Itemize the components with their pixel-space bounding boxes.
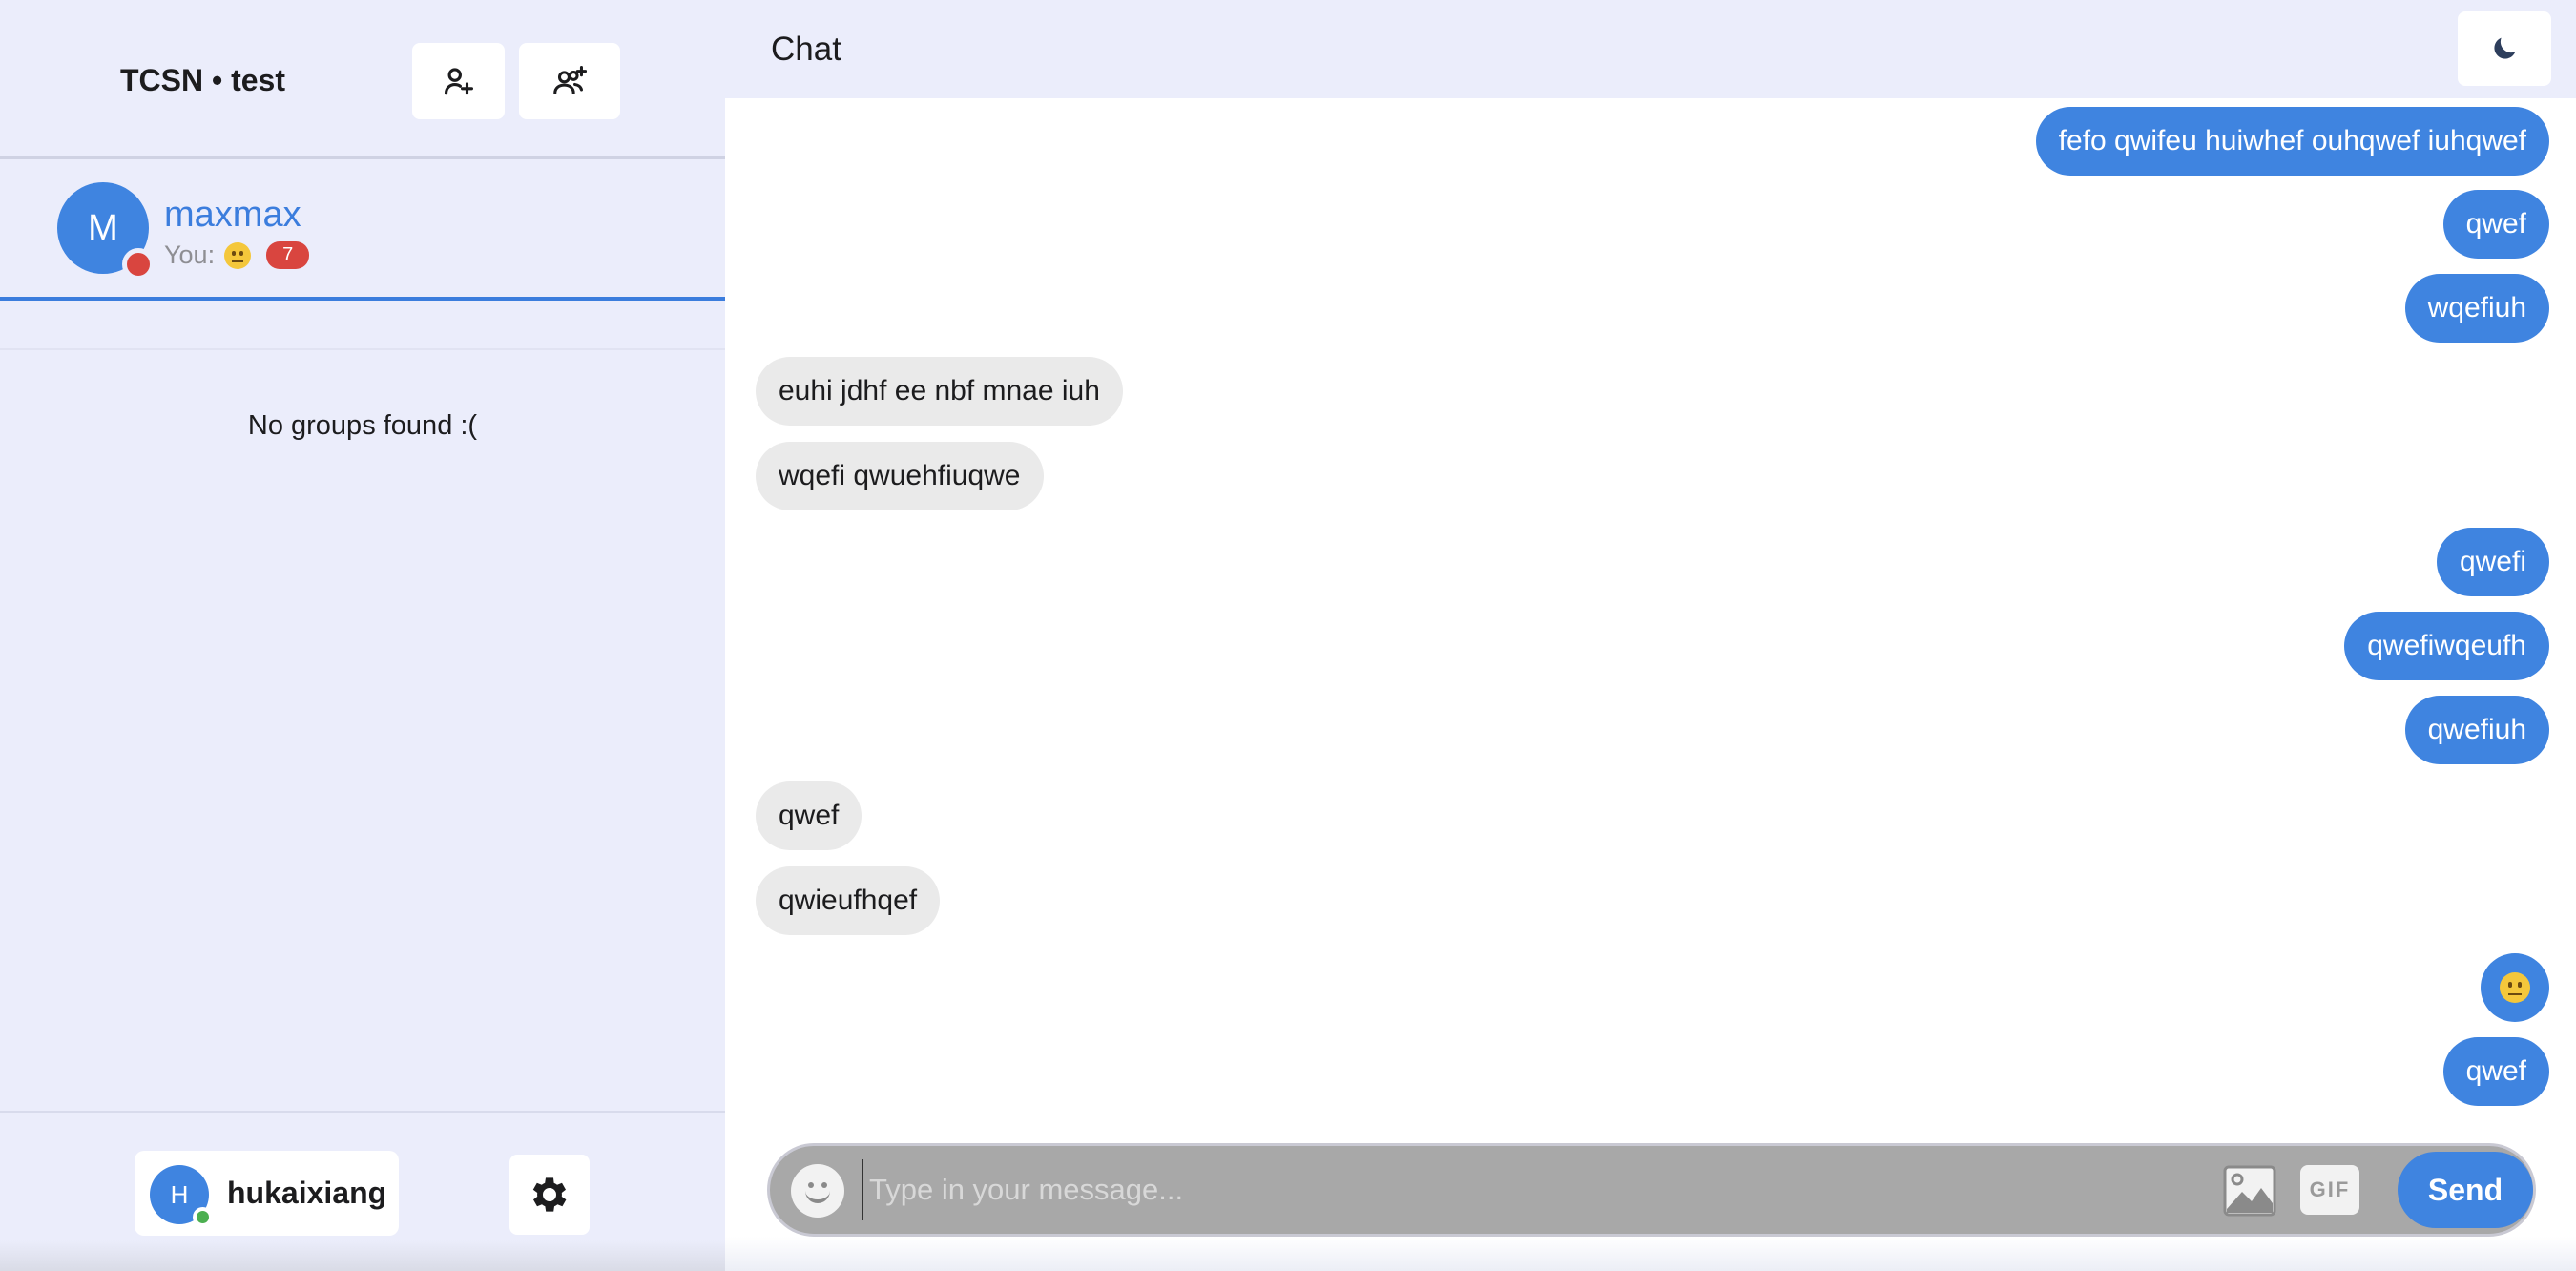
status-indicator [122,248,155,281]
message-outgoing: qwefiwqeufh [2344,612,2549,680]
smiley-icon[interactable] [791,1164,844,1218]
avatar-initial: H [170,1179,189,1209]
settings-button[interactable] [509,1155,590,1235]
message-incoming: wqefi qwuehfiuqwe [756,442,1044,510]
chat-title: Chat [771,31,841,68]
no-groups-message: No groups found :( [247,410,478,441]
message-incoming: qwieufhqef [756,866,941,935]
sidebar: TCSN • test M maxmax You: 7 No groups fo… [0,0,725,1271]
current-user-profile[interactable]: H hukaixiang [135,1151,399,1236]
message-outgoing: qwefi [2436,528,2549,596]
people-plus-icon [553,65,587,94]
add-friend-button[interactable] [412,43,505,119]
person-plus-icon [444,68,473,95]
app-title: TCSN • test [120,63,285,97]
message-composer: GIF Send [767,1143,2536,1237]
message-list[interactable]: fefo qwifeu huiwhef ouhqwef iuhqwef qwef… [725,98,2576,1132]
message-outgoing: qwef [2442,190,2549,259]
neutral-face-emoji-icon [2500,972,2530,1003]
divider [0,348,725,350]
gear-icon [532,1177,567,1212]
message-outgoing-emoji [2481,953,2549,1022]
sidebar-bottom-shade [0,1240,725,1271]
message-outgoing: fefo qwifeu huiwhef ouhqwef iuhqwef [2035,107,2549,176]
contact-name: maxmax [164,195,301,235]
message-input[interactable] [862,1159,2006,1220]
last-message-preview: You: 7 [164,240,310,270]
message-incoming: qwef [756,781,862,850]
gif-button[interactable]: GIF [2300,1165,2359,1215]
moon-icon [2494,37,2516,59]
image-icon [2223,1165,2276,1217]
chat-list-item-maxmax[interactable]: M maxmax You: 7 [0,162,725,301]
sidebar-header: TCSN • test [0,0,725,159]
chat-header: Chat [725,0,2576,98]
current-username: hukaixiang [227,1176,387,1210]
unread-count-badge: 7 [266,241,310,269]
message-outgoing: qwef [2442,1037,2549,1106]
message-outgoing: wqefiuh [2404,274,2549,343]
avatar-initial: M [88,207,118,248]
message-outgoing: qwefiuh [2404,696,2549,764]
message-incoming: euhi jdhf ee nbf mnae iuh [756,357,1123,426]
neutral-face-emoji-icon [224,241,252,269]
divider [0,1111,725,1113]
last-message-prefix: You: [164,240,216,269]
image-upload-button[interactable] [2223,1165,2276,1217]
main-bottom-shade [725,1237,2576,1271]
add-group-button[interactable] [519,43,620,119]
theme-toggle-button[interactable] [2458,11,2551,86]
send-button[interactable]: Send [2398,1152,2533,1228]
online-status-indicator [193,1207,213,1227]
